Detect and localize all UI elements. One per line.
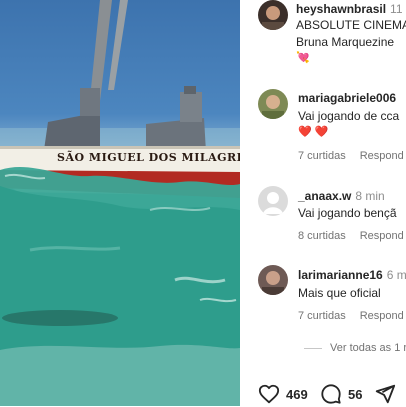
comment-count[interactable]: 56: [348, 387, 362, 402]
comment-2-username-text[interactable]: _anaax.w: [298, 189, 351, 203]
caption-username-text[interactable]: heyshawnbrasil: [296, 2, 386, 16]
comment-1-likes[interactable]: 7 curtidas: [298, 150, 346, 162]
comment-3-likes[interactable]: 7 curtidas: [298, 310, 346, 322]
view-all-replies-link[interactable]: Ver todas as 1 r: [330, 342, 406, 354]
heart-icon[interactable]: [258, 383, 280, 405]
comment-2-username[interactable]: _anaax.w 8 min: [298, 189, 385, 203]
comments-panel: heyshawnbrasil 11 ABSOLUTE CINEMA Bruna M…: [240, 0, 406, 406]
like-count[interactable]: 469: [286, 387, 308, 402]
avatar[interactable]: [258, 89, 288, 119]
comment-3-username[interactable]: larimarianne16 6 m: [298, 268, 406, 282]
caption-time: 11: [390, 2, 403, 16]
comment-1-text: Vai jogando de cca: [298, 109, 400, 123]
caption-line-2: Bruna Marquezine: [296, 35, 395, 49]
comment-1-username[interactable]: mariagabriele006: [298, 91, 396, 105]
view-all-divider: [304, 348, 322, 349]
boat-scene: [0, 0, 240, 406]
comment-3-text: Mais que oficial: [298, 286, 381, 300]
boat-name-text: SÃO MIGUEL DOS MILAGRES: [57, 151, 240, 164]
comment-3-meta: 7 curtidas Respond: [298, 310, 404, 322]
comment-1-reply-button[interactable]: Respond: [360, 150, 404, 162]
avatar[interactable]: [258, 0, 288, 30]
comment-icon[interactable]: [320, 383, 342, 405]
comment-2-reply-button[interactable]: Respond: [360, 230, 404, 242]
caption-emoji: 💘: [296, 52, 310, 64]
share-icon[interactable]: [374, 383, 396, 405]
comment-3-reply-button[interactable]: Respond: [360, 310, 404, 322]
comment-3-username-text[interactable]: larimarianne16: [298, 268, 383, 282]
comment-2-time: 8 min: [355, 189, 385, 203]
avatar[interactable]: [258, 265, 288, 295]
comment-1-emoji: ❤️ ❤️: [298, 126, 329, 138]
avatar[interactable]: [258, 186, 288, 216]
comment-2-meta: 8 curtidas Respond: [298, 230, 404, 242]
comment-2-text: Vai jogando bençã: [298, 206, 397, 220]
comment-3-time: 6 m: [386, 268, 406, 282]
caption-username[interactable]: heyshawnbrasil 11: [296, 2, 403, 16]
comment-1-meta: 7 curtidas Respond: [298, 150, 404, 162]
post-photo[interactable]: SÃO MIGUEL DOS MILAGRES: [0, 0, 240, 406]
caption-line-1: ABSOLUTE CINEMA: [296, 18, 406, 32]
comment-2-likes[interactable]: 8 curtidas: [298, 230, 346, 242]
